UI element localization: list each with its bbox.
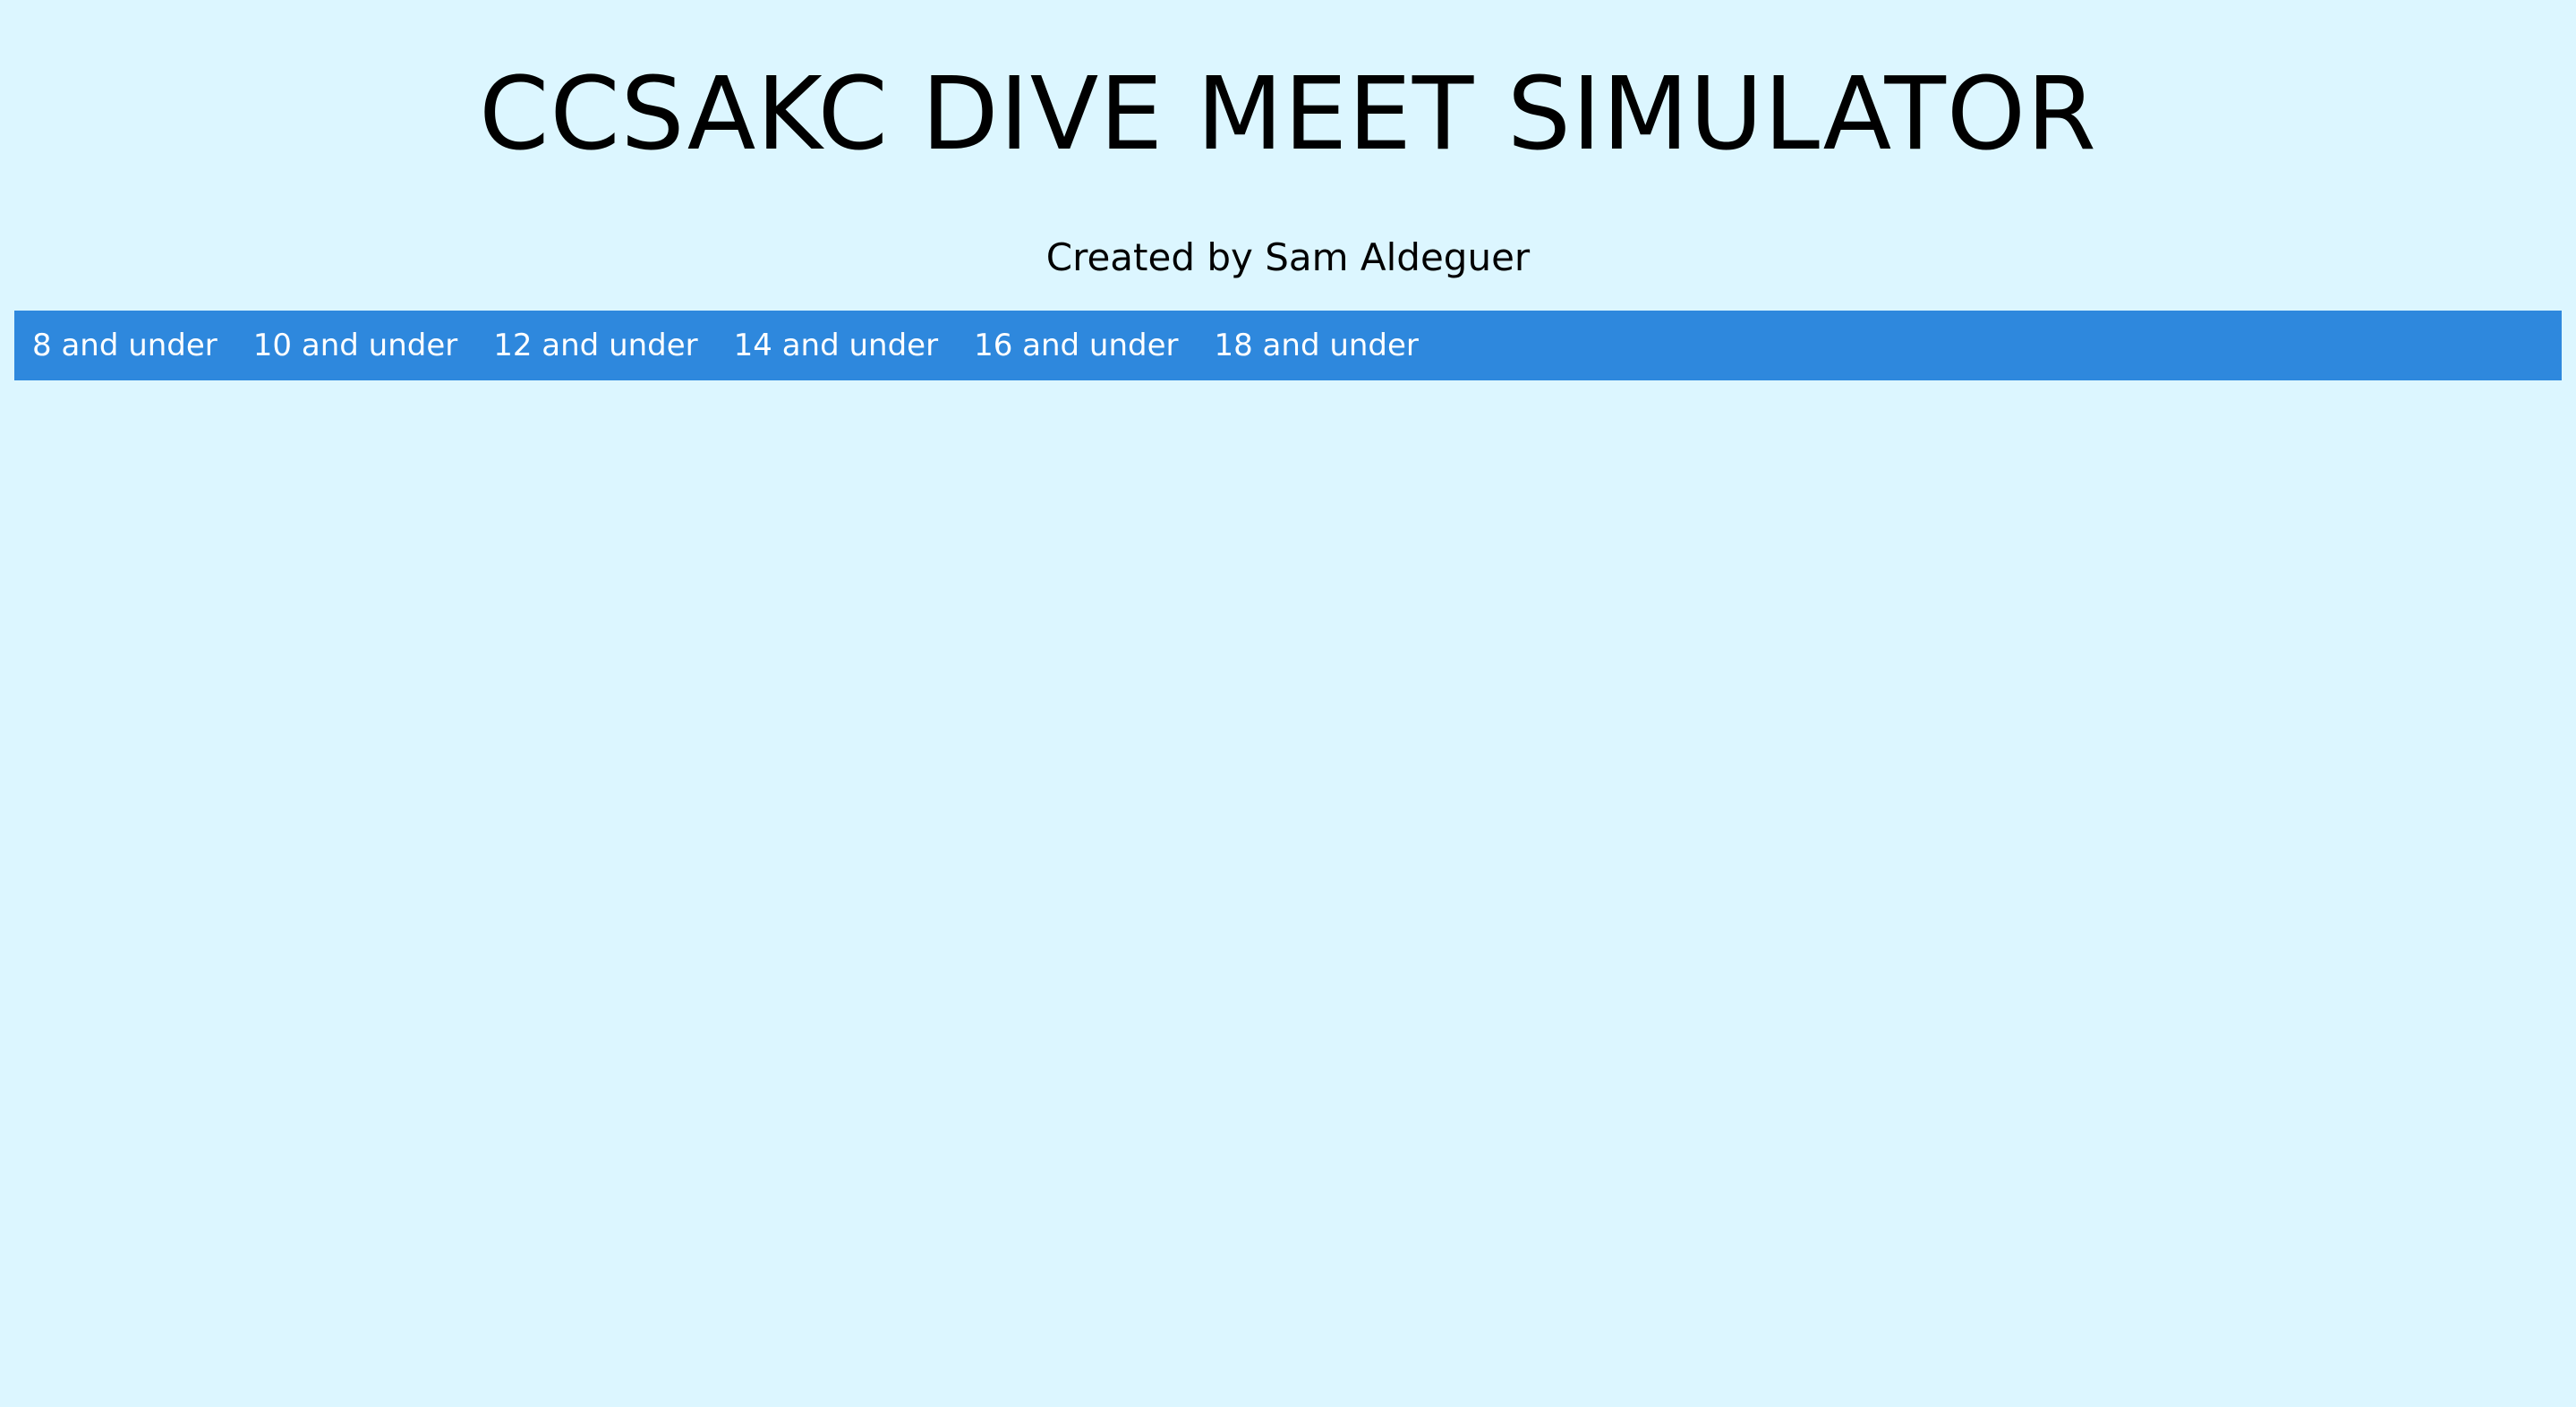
- page-subtitle: Created by Sam Aldeguer: [1045, 235, 1531, 279]
- nav-item-12-and-under[interactable]: 12 and under: [493, 311, 697, 380]
- age-group-nav: 8 and under 10 and under 12 and under 14…: [14, 311, 2562, 380]
- page-title: CCSAKC DIVE MEET SIMULATOR: [479, 56, 2097, 173]
- nav-item-10-and-under[interactable]: 10 and under: [253, 311, 457, 380]
- nav-item-16-and-under[interactable]: 16 and under: [974, 311, 1178, 380]
- nav-item-18-and-under[interactable]: 18 and under: [1214, 311, 1418, 380]
- nav-item-14-and-under[interactable]: 14 and under: [734, 311, 938, 380]
- nav-item-8-and-under[interactable]: 8 and under: [32, 311, 218, 380]
